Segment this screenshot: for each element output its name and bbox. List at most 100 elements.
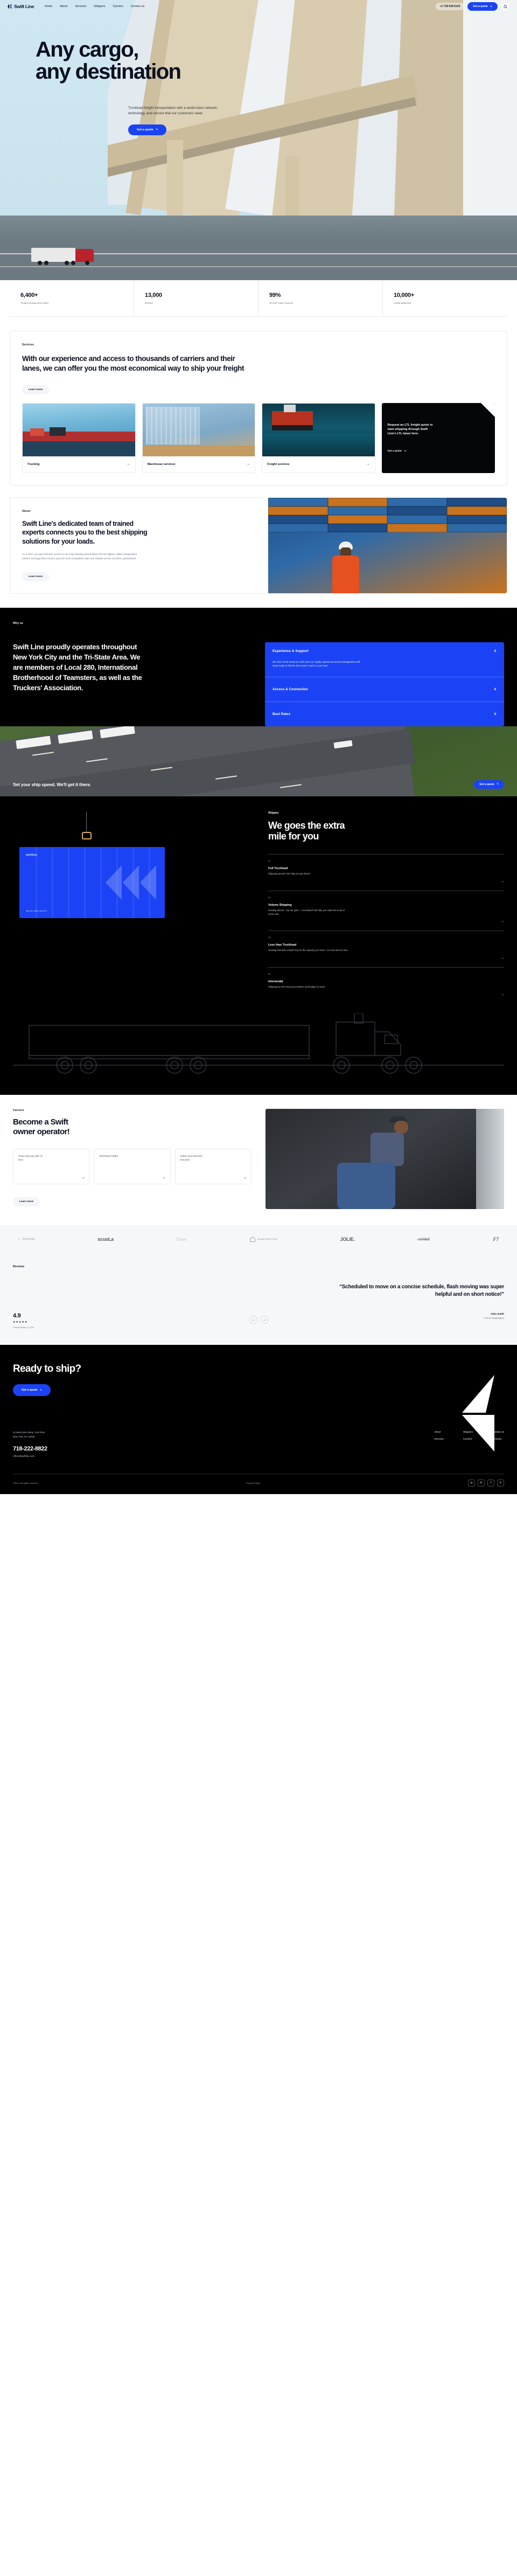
ltl-promo-card[interactable]: Request an LTL freight quote to start sh…: [381, 402, 495, 473]
carriers-driver-image: [266, 1108, 504, 1209]
author-name: John Smith: [490, 1313, 504, 1316]
container-box: Swiftline 45G1 30 1 SWFU 403 927 1: [19, 846, 165, 918]
about-learn-more-button[interactable]: Learn more: [22, 572, 50, 582]
about-card: About Swift Line's dedicated team of tra…: [10, 497, 507, 594]
about-image: [268, 497, 507, 594]
item-number: 01: [268, 859, 271, 863]
review-rating-block: 4.9 ★★★★★ Overall Rating /1,219/: [13, 1313, 34, 1329]
header-phone[interactable]: +1 718 618 6133: [435, 3, 465, 10]
stat-value: 6,400+: [20, 292, 38, 298]
instagram-icon[interactable]: ◎: [467, 1479, 475, 1487]
stat-label: US ZIP code covered: [269, 302, 293, 304]
linkedin-icon[interactable]: in: [477, 1479, 485, 1487]
services-card: Services With our experience and access …: [10, 331, 507, 485]
arrow-down-right-icon: ↘: [403, 450, 406, 453]
footer-link-reviews[interactable]: Reviews: [492, 1438, 504, 1440]
service-card-freight-services[interactable]: Freight services →: [262, 402, 375, 473]
accordion-item-access-connection[interactable]: Access & Connection ∨: [265, 677, 504, 702]
carousel-prev-button[interactable]: ←: [249, 1316, 257, 1324]
service-list-item[interactable]: 03 Less than Truckload Sending less than…: [268, 931, 504, 967]
footer-link-contact-us[interactable]: Contact us: [492, 1431, 504, 1433]
services-grid: Trucking → Warehouse services → Freight …: [22, 402, 495, 473]
check-icon: ✓: [243, 1176, 247, 1180]
footer-link-shippers[interactable]: Shippers: [463, 1431, 473, 1433]
accordion-header[interactable]: Experience & Support ∧: [265, 642, 504, 660]
author-role: CTO of Konstruktion: [484, 1317, 504, 1320]
why-us-eyebrow: Why us: [13, 622, 23, 626]
header-get-a-quote-button[interactable]: Get a quote ↘: [467, 2, 498, 11]
accordion-header[interactable]: Best Rates ∨: [265, 702, 504, 726]
house-icon: [250, 1236, 256, 1242]
why-us-accordion: Experience & Support ∧ We view YOUR need…: [265, 642, 504, 726]
accordion-item-experience-support[interactable]: Experience & Support ∧ We view YOUR need…: [265, 642, 504, 677]
item-number: 02: [268, 896, 271, 899]
client-logos: ◇ Tecnologia scuoLa Fiore KONSTRUKTION J…: [0, 1225, 517, 1253]
shippers-copy-col: Shippes We goes the extra mile for you 0…: [268, 811, 504, 1004]
services-learn-more-button[interactable]: Learn more: [22, 385, 50, 394]
header-actions: +1 718 618 6133 Get a quote ↘: [435, 2, 509, 11]
nav-item-shippers[interactable]: Shippers: [94, 5, 105, 8]
footer-privacy-policy-link[interactable]: Privacy Policy: [247, 1482, 260, 1484]
stat-label: Loads delivered: [394, 302, 411, 304]
footer-email[interactable]: office@swiftline.com: [13, 1455, 47, 1457]
service-card-warehouse-services[interactable]: Warehouse services →: [142, 402, 255, 473]
reviews-section: Reviews “Scheduled to move on a concise …: [0, 1253, 517, 1345]
logo[interactable]: Swift Line: [8, 4, 34, 9]
chevron-down-icon: ∨: [493, 687, 497, 691]
benefit-text: Same day pay with no fees: [18, 1154, 43, 1161]
footer-link-services[interactable]: Services: [434, 1438, 444, 1440]
nav-item-about[interactable]: About: [60, 5, 67, 8]
service-list-item[interactable]: 04 Intermodal Shipping by rail? Keep you…: [268, 967, 504, 1004]
nav-item-carriers[interactable]: Carriers: [113, 5, 123, 8]
arrow-right-icon[interactable]: →: [268, 880, 504, 883]
item-number: 04: [268, 973, 271, 976]
search-icon: [504, 5, 507, 9]
logo-jolie: JOLIE.: [340, 1236, 355, 1242]
hero-truck: [31, 247, 95, 266]
carriers-title: Become a Swift owner operator!: [13, 1117, 251, 1137]
logo-chevron-icon: [8, 4, 12, 9]
facebook-icon[interactable]: f: [487, 1479, 494, 1487]
x-icon[interactable]: ✕: [497, 1479, 504, 1487]
review-quote: “Scheduled to move on a concise schedule…: [339, 1283, 504, 1298]
site-header: Swift Line Home About Services Shippers …: [0, 0, 517, 13]
truck-line-art: [13, 1003, 504, 1095]
service-label: Trucking: [27, 462, 40, 466]
hero-road: [0, 216, 517, 280]
nav-item-contact-us[interactable]: Contact us: [131, 5, 145, 8]
footer-link-about[interactable]: About: [434, 1431, 444, 1433]
service-card-footer: Trucking →: [23, 456, 135, 473]
main-nav: Home About Services Shippers Carriers Co…: [45, 5, 144, 8]
search-button[interactable]: [501, 2, 509, 11]
hero-section: Any cargo, any destination Truckload fre…: [0, 0, 517, 280]
service-label: Freight services: [267, 462, 290, 466]
accordion-header[interactable]: Access & Connection ∨: [265, 677, 504, 702]
footer-phone[interactable]: 718-222-8822: [13, 1446, 47, 1452]
arrow-right-icon[interactable]: →: [268, 956, 504, 960]
service-list-item[interactable]: 01 Full Truckload Shipping ground? We he…: [268, 854, 504, 891]
accordion-item-best-rates[interactable]: Best Rates ∨: [265, 702, 504, 726]
footer-headline: Ready to ship?: [13, 1363, 81, 1375]
nav-item-home[interactable]: Home: [45, 5, 52, 8]
diamond-icon: ◇: [18, 1237, 20, 1241]
header-cta-label: Get a quote: [473, 5, 488, 8]
ltl-promo-cta[interactable]: Get a quote ↘: [388, 450, 490, 453]
nav-item-services[interactable]: Services: [75, 5, 86, 8]
footer-get-a-quote-button[interactable]: Get a quote ↘: [13, 1384, 51, 1397]
benefit-card: Safety and retention bonuses ✓: [174, 1148, 251, 1184]
arrow-right-icon[interactable]: →: [268, 993, 504, 996]
banner-get-a-quote-button[interactable]: Get a quote ↘: [474, 780, 504, 789]
service-list-item[interactable]: 02 Volume Shipping Sending almost – but …: [268, 891, 504, 931]
review-carousel-controls: ← →: [249, 1316, 268, 1324]
footer-link-carriers[interactable]: Carriers: [463, 1438, 473, 1440]
carriers-learn-more-button[interactable]: Learn more: [13, 1197, 40, 1206]
hero-get-a-quote-button[interactable]: Get a quote ↘: [128, 124, 166, 135]
item-title: Intermodal: [268, 980, 283, 984]
carousel-next-button[interactable]: →: [260, 1316, 268, 1324]
arrow-right-icon[interactable]: →: [268, 920, 504, 923]
hero-title: Any cargo, any destination: [36, 39, 504, 83]
shipping-container-illustration: Swiftline 45G1 30 1 SWFU 403 927 1: [13, 811, 249, 973]
benefit-text: Safety and retention bonuses: [180, 1154, 202, 1161]
service-card-trucking[interactable]: Trucking →: [22, 402, 136, 473]
ltl-promo-cta-label: Get a quote: [387, 450, 402, 453]
